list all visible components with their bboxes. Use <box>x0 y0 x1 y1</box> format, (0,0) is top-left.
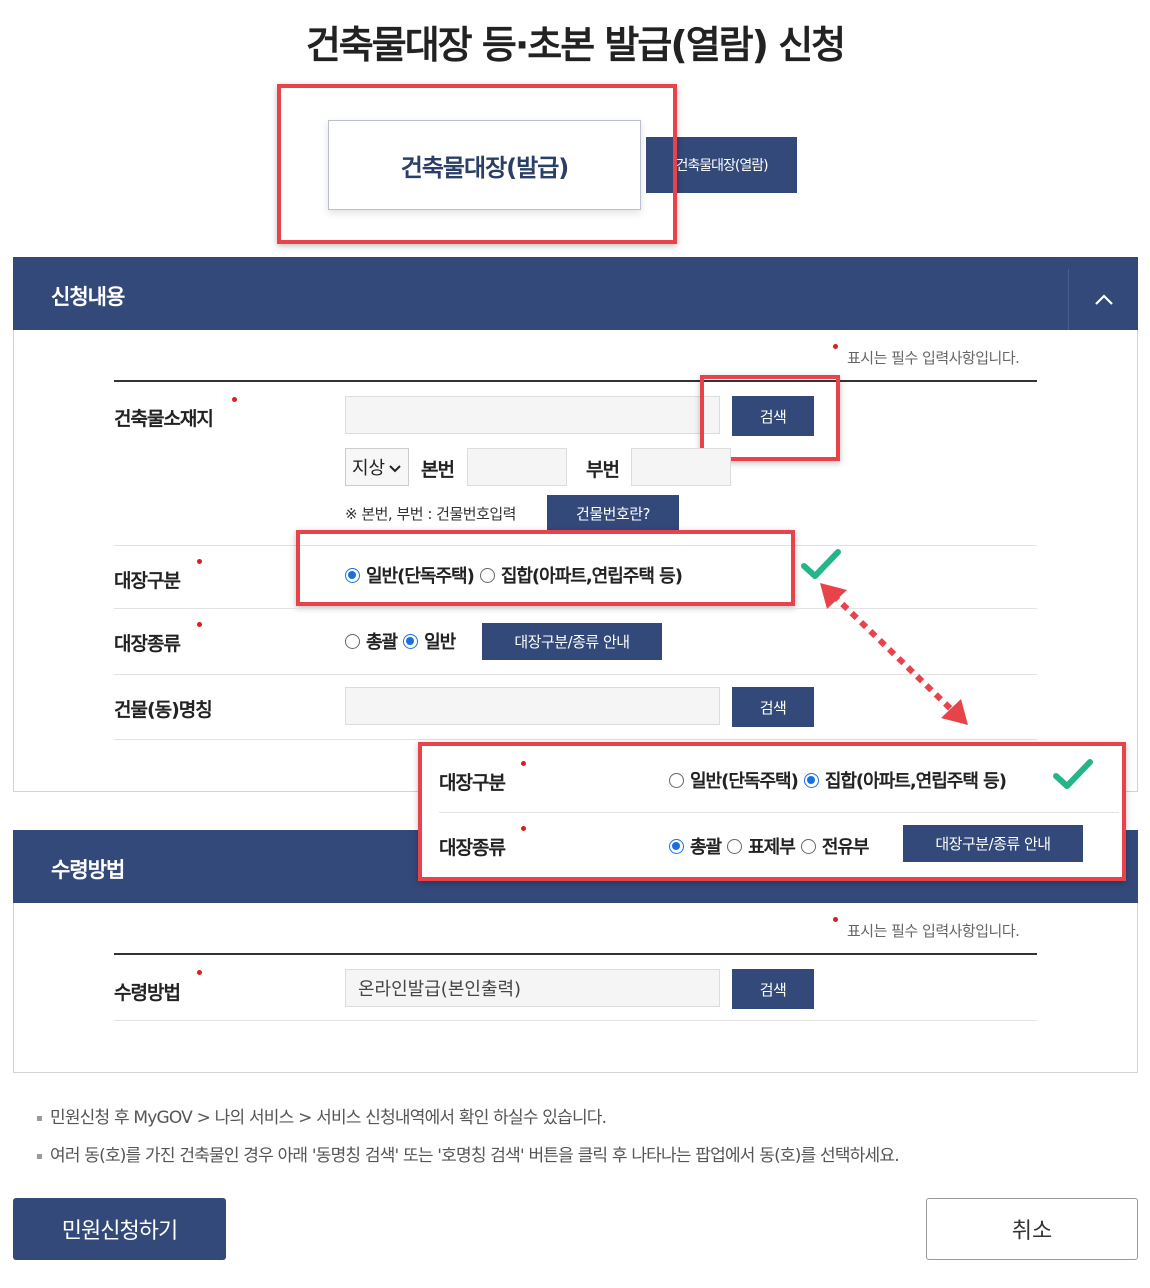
divider <box>439 812 1119 813</box>
sub-no-input[interactable] <box>631 448 731 486</box>
radio-label-normal: 일반 <box>424 632 456 653</box>
popup-radio-label-unit: 전유부 <box>821 837 870 858</box>
submit-button[interactable]: 민원신청하기 <box>13 1198 226 1260</box>
label-ledger-kind: 대장종류 <box>114 633 181 655</box>
label-building-name: 건물(동)명칭 <box>114 699 213 721</box>
required-dot <box>197 559 202 564</box>
popup-radio-label-summary: 총괄 <box>690 837 722 858</box>
popup-label-ledger-type: 대장구분 <box>439 772 506 794</box>
receive-method-field[interactable]: 온라인발급(본인출력) <box>345 969 720 1007</box>
divider <box>114 953 1037 955</box>
chevron-down-icon <box>389 457 401 478</box>
main-no-input[interactable] <box>467 448 567 486</box>
building-name-input[interactable] <box>345 687 720 725</box>
required-dot <box>197 622 202 627</box>
ledger-kind-radios: 총괄 일반 <box>345 628 456 654</box>
double-arrow-icon <box>815 580 975 734</box>
highlight-box-tab <box>277 84 677 244</box>
required-dot <box>833 344 838 349</box>
building-name-search-button[interactable]: 검색 <box>732 687 814 727</box>
required-note: 표시는 필수 입력사항입니다. <box>847 349 1020 367</box>
popup-ledger-type-radios: 일반(단독주택) 집합(아파트,연립주택 등) <box>669 767 1007 793</box>
required-dot <box>521 826 526 831</box>
popup-radio-summary[interactable] <box>669 838 684 854</box>
section-header-application: 신청내용 <box>13 257 1138 330</box>
required-dot <box>232 397 237 402</box>
building-no-help-button[interactable]: 건물번호란? <box>547 495 679 531</box>
popup-collective-options: 대장구분 일반(단독주택) 집합(아파트,연립주택 등) 대장종류 총괄 표제부… <box>418 742 1126 881</box>
popup-radio-label-collective: 집합(아파트,연립주택 등) <box>824 771 1007 792</box>
label-building-location: 건축물소재지 <box>114 408 214 430</box>
receive-method-search-button[interactable]: 검색 <box>732 969 814 1009</box>
required-dot <box>197 970 202 975</box>
chevron-up-icon <box>1094 287 1114 312</box>
cancel-button[interactable]: 취소 <box>926 1198 1138 1260</box>
highlight-box-ledger-type <box>296 530 795 606</box>
section-title: 신청내용 <box>51 285 125 309</box>
required-note: 표시는 필수 입력사항입니다. <box>847 922 1020 940</box>
popup-ledger-kind-radios: 총괄 표제부 전유부 <box>669 833 869 859</box>
popup-radio-label-general: 일반(단독주택) <box>690 771 799 792</box>
required-dot <box>833 917 838 922</box>
divider <box>114 1020 1037 1021</box>
ground-select-value: 지상 <box>352 458 386 479</box>
popup-radio-collective[interactable] <box>803 772 819 788</box>
popup-label-ledger-kind: 대장종류 <box>439 837 506 859</box>
collapse-button[interactable] <box>1068 269 1138 330</box>
radio-normal[interactable] <box>403 633 419 649</box>
label-receive-method: 수령방법 <box>114 982 181 1004</box>
divider <box>114 739 1037 740</box>
radio-label-summary: 총괄 <box>366 632 398 653</box>
popup-radio-general[interactable] <box>669 772 684 788</box>
note-mygov: 민원신청 후 MyGOV > 나의 서비스 > 서비스 신청내역에서 확인 하실… <box>36 1103 607 1128</box>
building-location-input[interactable] <box>345 396 720 434</box>
note-multi-building: 여러 동(호)를 가진 건축물인 경우 아래 '동명칭 검색' 또는 '호명칭 … <box>36 1141 900 1166</box>
popup-radio-unit[interactable] <box>800 838 816 854</box>
radio-summary[interactable] <box>345 633 360 649</box>
ledger-guide-button[interactable]: 대장구분/종류 안내 <box>482 623 662 660</box>
popup-radio-label-title: 표제부 <box>748 837 796 858</box>
receive-method-value: 온라인발급(본인출력) <box>358 979 522 1000</box>
building-no-hint: ※ 본번, 부번 : 건물번호입력 <box>345 505 516 523</box>
divider <box>114 380 1037 382</box>
label-sub-no: 부번 <box>586 459 620 481</box>
checkmark-icon <box>1052 758 1094 801</box>
required-dot <box>521 761 526 766</box>
ground-select[interactable]: 지상 <box>345 448 409 486</box>
page-title: 건축물대장 등·초본 발급(열람) 신청 <box>305 23 846 67</box>
popup-radio-title[interactable] <box>727 838 743 854</box>
label-ledger-type: 대장구분 <box>114 570 181 592</box>
section-title: 수령방법 <box>51 858 125 882</box>
popup-ledger-guide-button[interactable]: 대장구분/종류 안내 <box>903 825 1083 862</box>
label-main-no: 본번 <box>421 459 455 481</box>
